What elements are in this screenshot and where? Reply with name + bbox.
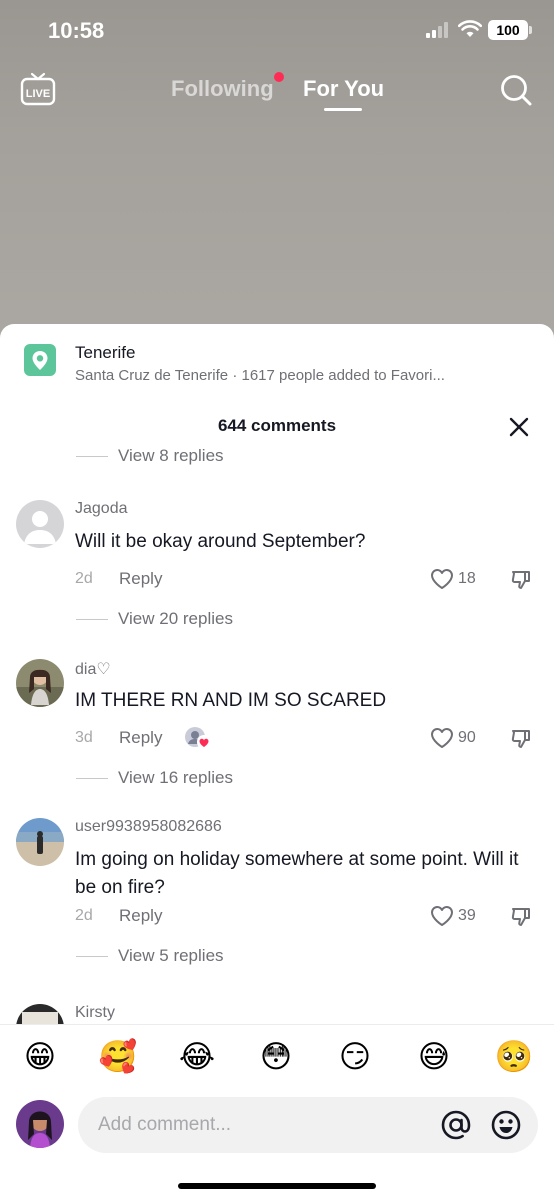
comments-header: 644 comments xyxy=(0,412,554,444)
battery-tip xyxy=(529,26,532,34)
divider xyxy=(76,955,108,957)
location-title: Tenerife xyxy=(75,343,136,362)
view-replies-button[interactable]: View 20 replies xyxy=(76,607,233,631)
view-replies-label: View 16 replies xyxy=(118,768,233,787)
view-replies-label: View 5 replies xyxy=(118,946,224,965)
like-count: 90 xyxy=(458,729,476,746)
comment-input[interactable]: Add comment... xyxy=(78,1097,538,1153)
comment-list[interactable]: View 8 replies Jagoda Will it be okay ar… xyxy=(0,446,554,1024)
emoji-smiling-hearts[interactable]: 🥰 xyxy=(98,1037,138,1077)
comment-item: Kirsty xyxy=(0,1004,554,1024)
emoji-picker-icon[interactable] xyxy=(490,1109,522,1141)
active-tab-indicator xyxy=(324,108,362,111)
status-time: 10:58 xyxy=(48,18,105,43)
comment-item: Jagoda Will it be okay around September?… xyxy=(0,500,554,650)
live-label: LIVE xyxy=(26,88,50,100)
avatar[interactable] xyxy=(16,1004,64,1024)
status-bar: 10:58 100 xyxy=(0,0,554,60)
like-count: 18 xyxy=(458,570,476,587)
close-icon[interactable] xyxy=(508,416,530,438)
location-banner[interactable]: Tenerife Santa Cruz de Tenerife · 1617 p… xyxy=(0,324,554,404)
view-replies-button[interactable]: View 5 replies xyxy=(76,944,224,968)
comment-input-placeholder: Add comment... xyxy=(98,1114,232,1135)
heart-icon xyxy=(431,569,453,589)
comment-date: 2d xyxy=(75,907,93,924)
following-notification-dot xyxy=(274,72,284,82)
wifi-icon xyxy=(458,20,482,37)
comments-count: 644 comments xyxy=(217,416,337,435)
like-button[interactable]: 18 xyxy=(430,567,476,591)
tab-following[interactable]: Following xyxy=(171,76,274,102)
comment-username[interactable]: Kirsty xyxy=(75,1004,115,1022)
divider xyxy=(76,618,108,620)
divider xyxy=(76,455,108,457)
comments-sheet: Tenerife Santa Cruz de Tenerife · 1617 p… xyxy=(0,324,554,1200)
like-button[interactable]: 39 xyxy=(430,904,476,928)
comment-username[interactable]: dia♡ xyxy=(75,659,111,679)
avatar[interactable] xyxy=(16,818,64,866)
reply-button[interactable]: Reply xyxy=(119,906,162,926)
search-icon[interactable] xyxy=(498,72,534,108)
battery-indicator: 100 xyxy=(488,20,528,40)
avatar[interactable] xyxy=(16,659,64,707)
emoji-sweat-smile[interactable]: 😅 xyxy=(414,1037,454,1077)
cellular-signal-icon xyxy=(426,22,452,38)
tab-for-you[interactable]: For You xyxy=(303,76,384,102)
comment-username[interactable]: user9938958082686 xyxy=(75,818,222,836)
emoji-tears-of-joy[interactable]: 😂 xyxy=(177,1037,217,1077)
comment-meta: 2d Reply xyxy=(75,567,162,591)
creator-liked-avatar-icon xyxy=(184,726,212,750)
divider xyxy=(76,777,108,779)
reply-button[interactable]: Reply xyxy=(119,569,162,589)
emoji-grin[interactable]: 😁 xyxy=(20,1037,60,1077)
comment-item: dia♡ IM THERE RN AND IM SO SCARED 3d Rep… xyxy=(0,659,554,809)
location-pin-icon xyxy=(24,344,56,376)
reply-button[interactable]: Reply xyxy=(119,728,162,748)
top-navigation: LIVE Following For You xyxy=(0,66,554,116)
view-replies-button[interactable]: View 16 replies xyxy=(76,766,233,790)
comment-text: Im going on holiday somewhere at some po… xyxy=(75,849,519,898)
heart-icon xyxy=(431,906,453,926)
view-replies-previous[interactable]: View 8 replies xyxy=(76,446,224,468)
view-replies-label: View 8 replies xyxy=(118,446,224,465)
comment-composer-area: 😁 🥰 😂 😳 😏 😅 🥺 Add comment... xyxy=(0,1024,554,1200)
dislike-icon[interactable] xyxy=(510,905,532,927)
location-subtitle: Santa Cruz de Tenerife · 1617 people add… xyxy=(75,367,445,384)
home-indicator xyxy=(178,1183,376,1189)
comment-username[interactable]: Jagoda xyxy=(75,500,128,518)
dislike-icon[interactable] xyxy=(510,727,532,749)
current-user-avatar[interactable] xyxy=(16,1100,64,1148)
quick-emoji-bar: 😁 🥰 😂 😳 😏 😅 🥺 xyxy=(0,1037,554,1081)
heart-icon xyxy=(431,728,453,748)
emoji-pleading[interactable]: 🥺 xyxy=(494,1037,534,1077)
comment-meta: 3d Reply xyxy=(75,726,212,750)
comment-item: user9938958082686 Im going on holiday so… xyxy=(0,818,554,996)
avatar[interactable] xyxy=(16,500,64,548)
comment-date: 3d xyxy=(75,729,93,746)
like-button[interactable]: 90 xyxy=(430,726,476,750)
comment-text: IM THERE RN AND IM SO SCARED xyxy=(75,690,387,711)
comment-meta: 2d Reply xyxy=(75,904,162,928)
like-count: 39 xyxy=(458,907,476,924)
live-icon[interactable]: LIVE xyxy=(20,72,56,106)
comment-date: 2d xyxy=(75,570,93,587)
comment-text: Will it be okay around September? xyxy=(75,531,366,552)
mention-icon[interactable] xyxy=(440,1109,472,1141)
emoji-smirk[interactable]: 😏 xyxy=(335,1037,375,1077)
view-replies-label: View 20 replies xyxy=(118,609,233,628)
dislike-icon[interactable] xyxy=(510,568,532,590)
emoji-flushed[interactable]: 😳 xyxy=(256,1037,296,1077)
